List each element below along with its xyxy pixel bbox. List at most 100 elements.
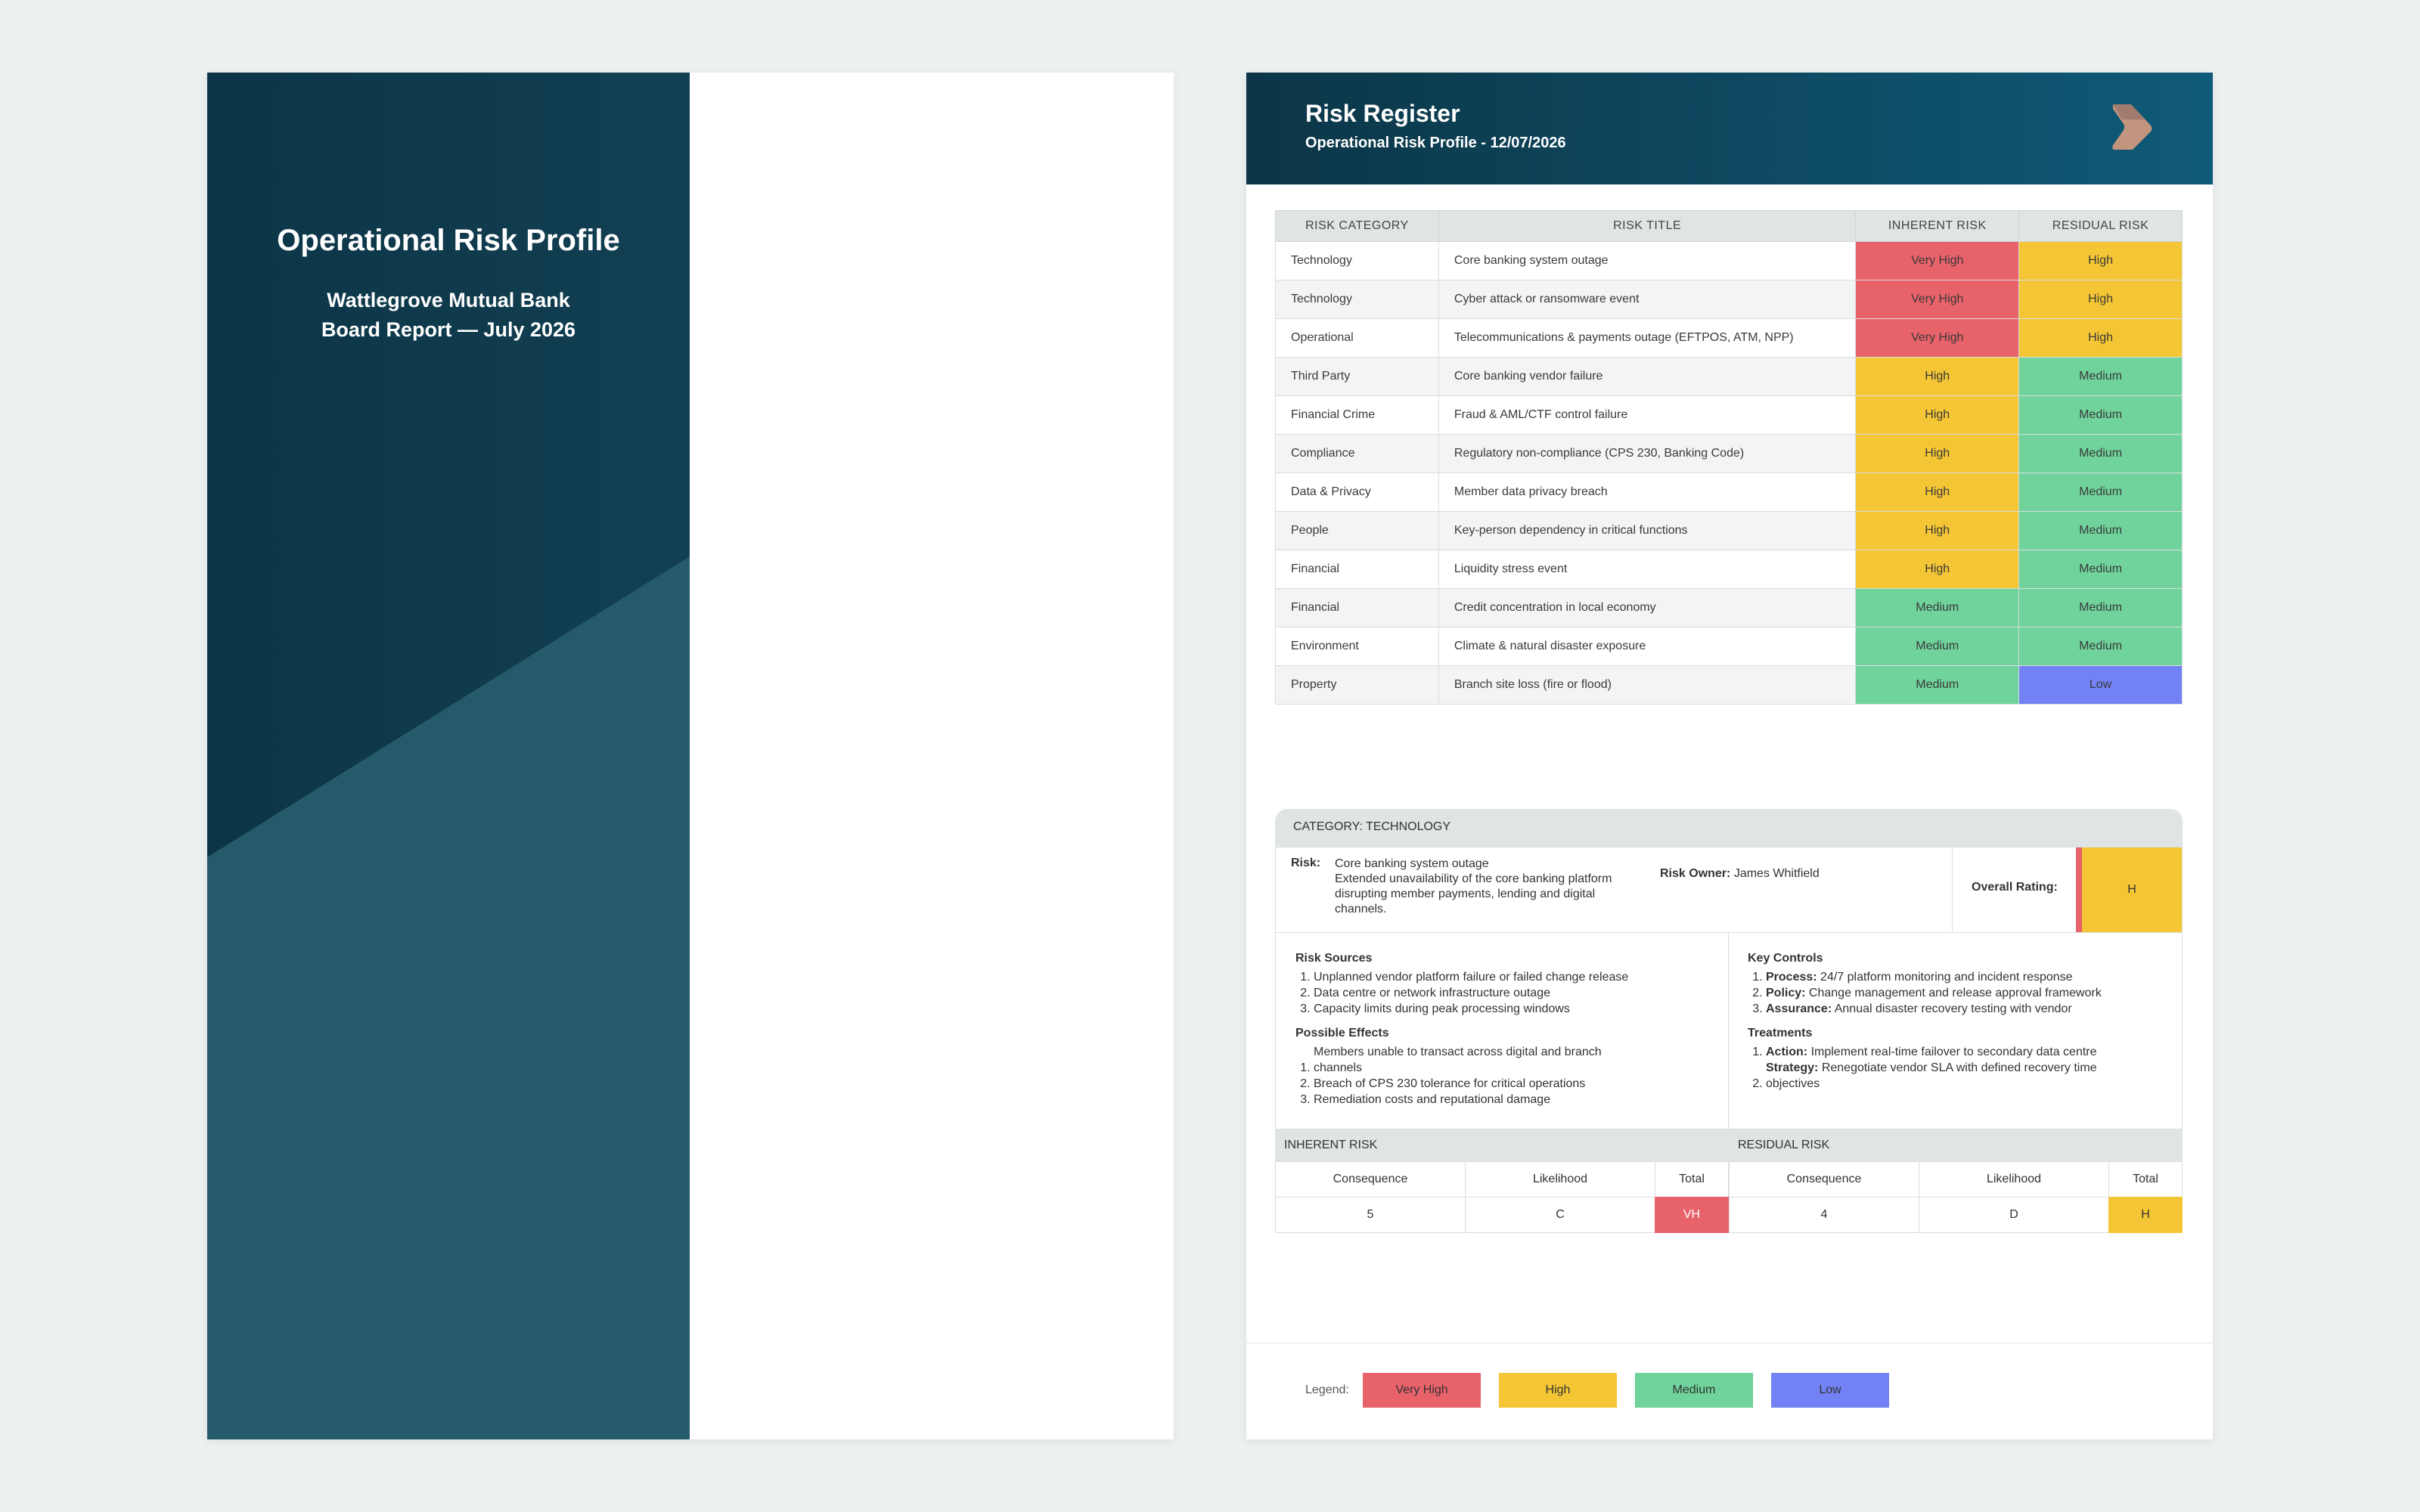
cover-subtitle-report: Board Report — July 2026: [321, 318, 576, 341]
legend-label: Legend:: [1305, 1383, 1349, 1396]
risk-title-cell: Key-person dependency in critical functi…: [1438, 511, 1857, 550]
inherent-rating-cell: Very High: [1855, 241, 2020, 280]
control-label: Process:: [1766, 971, 1817, 984]
inherent-rating-cell: High: [1855, 395, 2020, 435]
risk-owner-name: James Whitfield: [1733, 867, 1820, 880]
risk-detail-card: CATEGORY: TECHNOLOGY Risk: Core banking …: [1275, 809, 2183, 1234]
inherent-rating-cell: Very High: [1855, 318, 2020, 358]
legend-medium: Medium: [1635, 1373, 1753, 1408]
list-item: Capacity limits during peak processing w…: [1314, 1001, 1719, 1017]
table-row: Third Party Core banking vendor failure …: [1275, 357, 2183, 396]
overall-rating-stripe: [2076, 847, 2082, 932]
list-item: Unplanned vendor platform failure or fai…: [1314, 969, 1719, 985]
residual-rating-cell: High: [2018, 318, 2183, 358]
table-row: Operational Telecommunications & payment…: [1275, 318, 2183, 358]
risk-sources-list: Unplanned vendor platform failure or fai…: [1295, 969, 1719, 1017]
residual-rating-cell: Low: [2018, 665, 2183, 705]
cover-subtitle-org: Wattlegrove Mutual Bank: [327, 289, 570, 311]
residual-consequence-value: 4: [1729, 1197, 1919, 1233]
residual-rating-cell: High: [2018, 280, 2183, 319]
legend-high: High: [1499, 1373, 1617, 1408]
risk-category-cell: Financial: [1275, 588, 1439, 627]
inherent-rating-cell: Medium: [1855, 665, 2020, 705]
risk-category-cell: Third Party: [1275, 357, 1439, 396]
inherent-total-value: VH: [1655, 1197, 1729, 1233]
residual-total-value: H: [2108, 1197, 2183, 1233]
inherent-rating-cell: High: [1855, 357, 2020, 396]
table-row: Environment Climate & natural disaster e…: [1275, 627, 2183, 666]
cover-page: Operational Risk Profile Wattlegrove Mut…: [207, 73, 1174, 1439]
residual-rating-cell: Medium: [2018, 627, 2183, 666]
risk-title-cell: Credit concentration in local economy: [1438, 588, 1857, 627]
sources-effects-column: Risk Sources Unplanned vendor platform f…: [1295, 951, 1719, 1117]
risk-title-cell: Branch site loss (fire or flood): [1438, 665, 1857, 705]
treatments-list: Action: Implement real-time failover to …: [1748, 1044, 2171, 1092]
risk-owner-label: Risk Owner:: [1660, 867, 1731, 880]
treatment-label: Action:: [1766, 1046, 1808, 1058]
risk-category-cell: People: [1275, 511, 1439, 550]
inherent-rating-cell: Medium: [1855, 588, 2020, 627]
treatment-text: Implement real-time failover to secondar…: [1810, 1046, 2097, 1058]
inherent-rating-cell: High: [1855, 434, 2020, 473]
risk-title-cell: Core banking vendor failure: [1438, 357, 1857, 396]
table-header-row: RISK CATEGORY RISK TITLE INHERENT RISK R…: [1275, 210, 2183, 242]
risk-title-cell: Climate & natural disaster exposure: [1438, 627, 1857, 666]
residual-rating-cell: High: [2018, 241, 2183, 280]
control-label: Policy:: [1766, 987, 1806, 999]
residual-rating-cell: Medium: [2018, 472, 2183, 512]
risk-register-page: Risk Register Operational Risk Profile -…: [1246, 73, 2213, 1439]
inherent-total-header: Total: [1655, 1161, 1729, 1198]
overall-rating-badge: H: [2082, 847, 2182, 932]
possible-effects-intro: Members unable to transact across digita…: [1314, 1046, 1602, 1058]
risk-title-cell: Telecommunications & payments outage (EF…: [1438, 318, 1857, 358]
key-controls-heading: Key Controls: [1748, 952, 1823, 965]
possible-effects-heading: Possible Effects: [1295, 1027, 1389, 1040]
table-row: Property Branch site loss (fire or flood…: [1275, 665, 2183, 705]
risk-category-cell: Operational: [1275, 318, 1439, 358]
risk-text: Core banking system outage Extended unav…: [1335, 857, 1630, 917]
risk-category-cell: Environment: [1275, 627, 1439, 666]
risk-register-table: RISK CATEGORY RISK TITLE INHERENT RISK R…: [1275, 210, 2183, 705]
category-bar: CATEGORY: TECHNOLOGY: [1275, 809, 2183, 847]
residual-rating-cell: Medium: [2018, 550, 2183, 589]
table-row: People Key-person dependency in critical…: [1275, 511, 2183, 550]
control-label: Assurance:: [1766, 1002, 1832, 1015]
risk-category-cell: Technology: [1275, 280, 1439, 319]
risk-title-cell: Liquidity stress event: [1438, 550, 1857, 589]
table-row: Financial Crime Fraud & AML/CTF control …: [1275, 395, 2183, 435]
residual-total-header: Total: [2108, 1161, 2183, 1198]
risk-title-cell: Regulatory non-compliance (CPS 230, Bank…: [1438, 434, 1857, 473]
table-row: Data & Privacy Member data privacy breac…: [1275, 472, 2183, 512]
table-row: Financial Liquidity stress event High Me…: [1275, 550, 2183, 589]
controls-treatments-column: Key Controls Process: 24/7 platform moni…: [1748, 951, 2171, 1101]
table-row: Technology Core banking system outage Ve…: [1275, 241, 2183, 280]
column-header-category: RISK CATEGORY: [1275, 210, 1439, 242]
cover-panel: Operational Risk Profile Wattlegrove Mut…: [207, 73, 690, 1439]
column-header-title: RISK TITLE: [1438, 210, 1857, 242]
risk-info-row: Risk Sources Unplanned vendor platform f…: [1275, 933, 2183, 1129]
residual-rating-cell: Medium: [2018, 588, 2183, 627]
inherent-consequence-header: Consequence: [1275, 1161, 1466, 1198]
column-header-inherent: INHERENT RISK: [1855, 210, 2020, 242]
legend-low: Low: [1771, 1373, 1889, 1408]
risk-description: Extended unavailability of the core bank…: [1335, 872, 1612, 916]
legend-very-high: Very High: [1363, 1373, 1481, 1408]
divider: [1952, 847, 1953, 932]
table-row: Compliance Regulatory non-compliance (CP…: [1275, 434, 2183, 473]
inherent-likelihood-value: C: [1465, 1197, 1655, 1233]
inherent-risk-heading: INHERENT RISK: [1275, 1129, 1729, 1161]
risk-title-cell: Core banking system outage: [1438, 241, 1857, 280]
inherent-rating-cell: Medium: [1855, 627, 2020, 666]
logo-icon: [2112, 104, 2152, 150]
overall-rating-label: Overall Rating:: [1972, 881, 2058, 894]
list-item: Remediation costs and reputational damag…: [1314, 1092, 1719, 1108]
list-item: Action: Implement real-time failover to …: [1766, 1044, 2171, 1060]
treatment-label: Strategy:: [1766, 1061, 1819, 1074]
column-header-residual: RESIDUAL RISK: [2018, 210, 2183, 242]
risk-owner: Risk Owner: James Whitfield: [1660, 867, 1820, 881]
list-item: channels: [1314, 1060, 1719, 1076]
risk-category-cell: Property: [1275, 665, 1439, 705]
inherent-consequence-value: 5: [1275, 1197, 1466, 1233]
inherent-rating-cell: High: [1855, 511, 2020, 550]
residual-rating-cell: Medium: [2018, 511, 2183, 550]
